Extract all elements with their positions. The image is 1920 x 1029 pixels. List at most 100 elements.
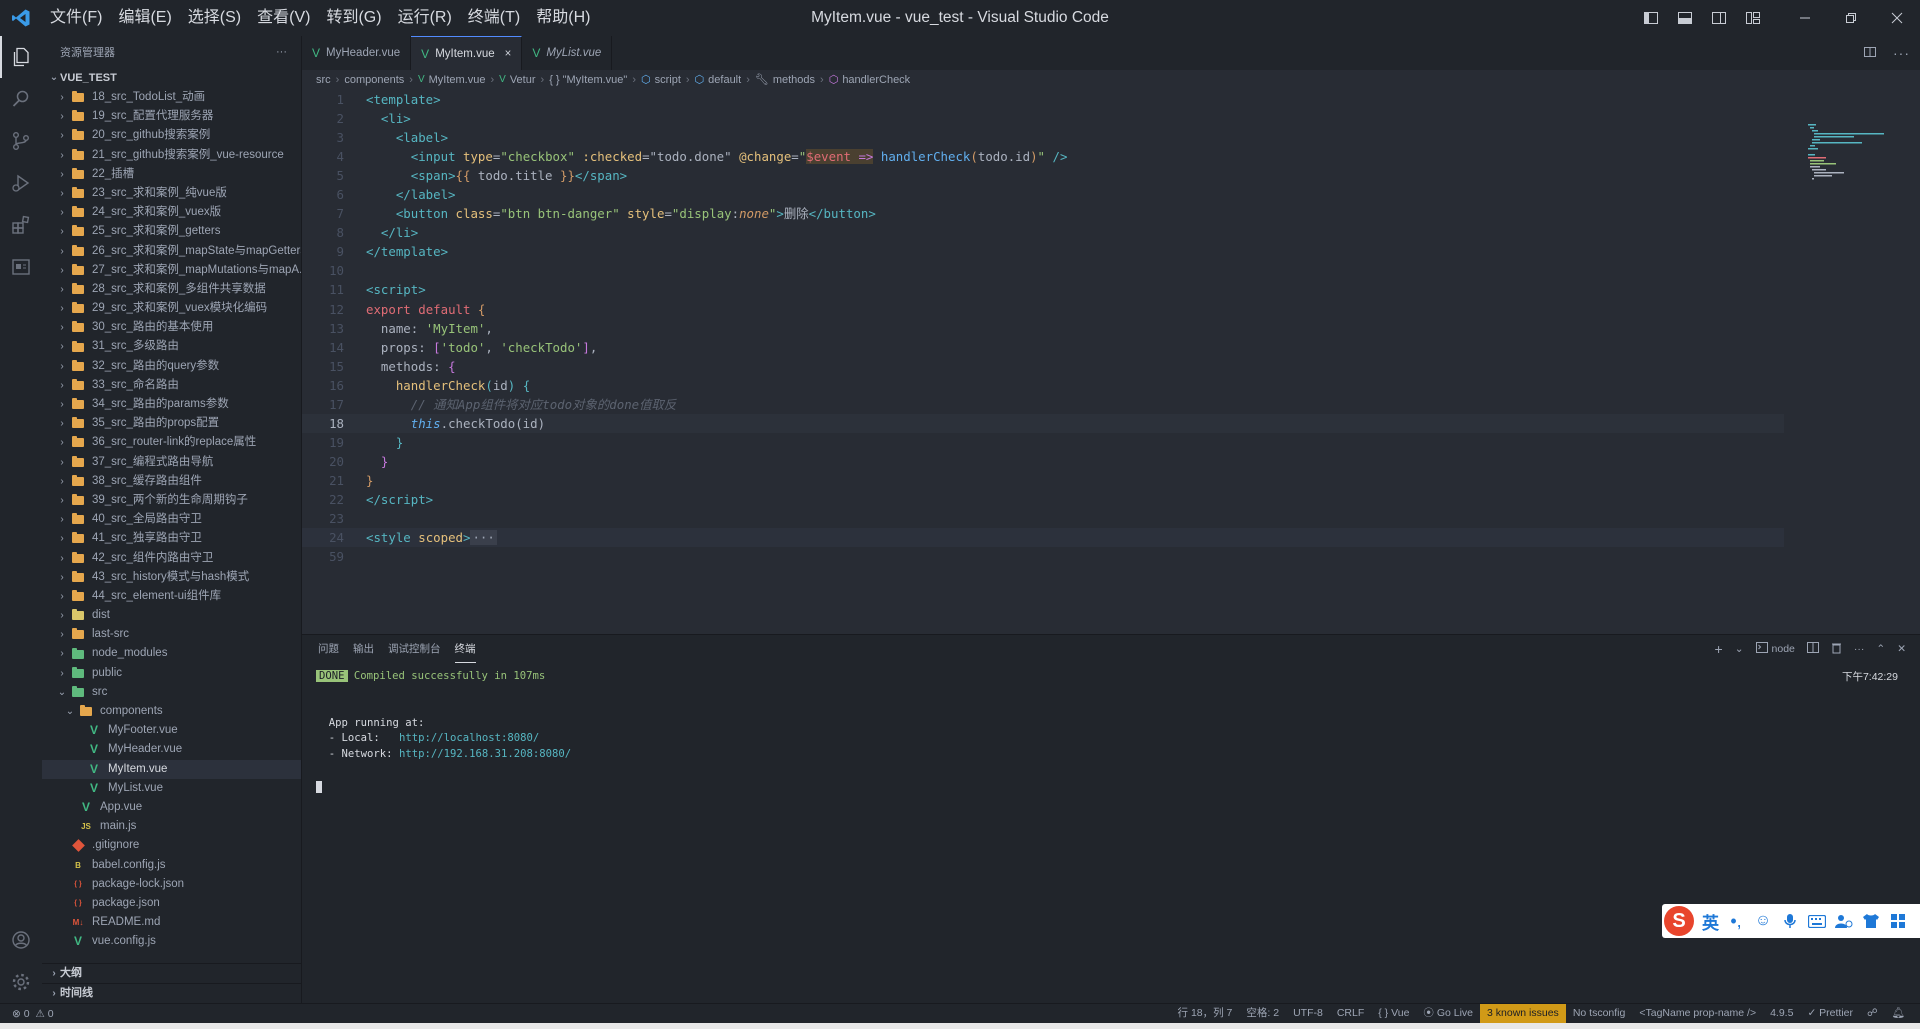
tab-mylist[interactable]: V MyList.vue — [522, 36, 613, 70]
toggle-secondary-sidebar-icon[interactable] — [1702, 0, 1736, 36]
menu-item[interactable]: 转到(G) — [318, 0, 389, 36]
breadcrumb-item[interactable]: › ⬡ script — [627, 70, 681, 90]
prettier-status[interactable]: ✓ Prettier — [1800, 1004, 1860, 1023]
tree-folder[interactable]: › 39_src_两个新的生命周期钩子 — [42, 491, 301, 510]
workspace-root[interactable]: ⌄ VUE_TEST — [42, 68, 301, 88]
tree-folder[interactable]: › 22_插槽 — [42, 165, 301, 184]
tree-folder[interactable]: › 19_src_配置代理服务器 — [42, 107, 301, 126]
tree-folder[interactable]: › 32_src_路由的query参数 — [42, 357, 301, 376]
tree-folder[interactable]: › 30_src_路由的基本使用 — [42, 318, 301, 337]
encoding[interactable]: UTF-8 — [1286, 1004, 1330, 1023]
tab-myheader[interactable]: V MyHeader.vue — [302, 36, 412, 70]
breadcrumb-item[interactable]: src — [316, 70, 331, 90]
close-window-button[interactable] — [1874, 0, 1920, 36]
tree-folder[interactable]: › 44_src_element-ui组件库 — [42, 587, 301, 606]
customize-layout-icon[interactable] — [1736, 0, 1770, 36]
accounts-icon[interactable] — [0, 919, 42, 961]
ime-language-toggle[interactable]: 英 — [1702, 909, 1719, 934]
tree-folder[interactable]: › 21_src_github搜索案例_vue-resource — [42, 146, 301, 165]
tree-folder[interactable]: › 26_src_求和案例_mapState与mapGetters — [42, 242, 301, 261]
tree-folder[interactable]: › 24_src_求和案例_vuex版 — [42, 203, 301, 222]
tree-folder[interactable]: › 27_src_求和案例_mapMutations与mapA... — [42, 261, 301, 280]
tree-file[interactable]: M↓ README.md — [42, 913, 301, 932]
warnings-icon[interactable]: ⚠ — [35, 1008, 44, 1020]
tree-folder[interactable]: › 36_src_router-link的replace属性 — [42, 433, 301, 452]
indentation[interactable]: 空格: 2 — [1239, 1004, 1286, 1023]
maximize-panel-icon[interactable]: ⌃ — [1876, 643, 1885, 655]
tsconfig-status[interactable]: No tsconfig — [1566, 1004, 1633, 1023]
warnings-count[interactable]: 0 — [48, 1008, 54, 1020]
errors-icon[interactable]: ⊗ — [12, 1008, 21, 1020]
tree-file[interactable]: V MyList.vue — [42, 779, 301, 798]
tree-folder[interactable]: › 37_src_编程式路由导航 — [42, 453, 301, 472]
menu-item[interactable]: 编辑(E) — [110, 0, 179, 36]
tree-file[interactable]: V MyHeader.vue — [42, 740, 301, 759]
tree-folder[interactable]: › 29_src_求和案例_vuex模块化编码 — [42, 299, 301, 318]
tree-folder[interactable]: › 34_src_路由的params参数 — [42, 395, 301, 414]
minimize-button[interactable] — [1782, 0, 1828, 36]
version-status[interactable]: 4.9.5 — [1763, 1004, 1800, 1023]
notifications-icon[interactable]: 🔔︎ — [1885, 1004, 1912, 1023]
tree-folder[interactable]: › 43_src_history模式与hash模式 — [42, 568, 301, 587]
feedback-icon[interactable]: ☍ — [1860, 1004, 1885, 1023]
breadcrumb-item[interactable]: › ⬡ default — [681, 70, 741, 90]
ime-logo[interactable]: S — [1664, 906, 1694, 936]
source-control-icon[interactable] — [0, 120, 42, 162]
explorer-more-button[interactable]: ··· — [276, 46, 287, 58]
close-tab-icon[interactable]: × — [505, 48, 512, 60]
breadcrumb-item[interactable]: › components — [331, 70, 405, 90]
tree-folder[interactable]: › 18_src_TodoList_动画 — [42, 88, 301, 107]
remote-explorer-icon[interactable] — [0, 246, 42, 288]
tree-file[interactable]: Vvue.config.js — [42, 932, 301, 951]
more-actions-icon[interactable]: ··· — [1893, 45, 1910, 61]
search-icon[interactable] — [0, 78, 42, 120]
tree-folder[interactable]: › 20_src_github搜索案例 — [42, 126, 301, 145]
toggle-panel-icon[interactable] — [1668, 0, 1702, 36]
go-live-button[interactable]: ⦿ Go Live — [1416, 1004, 1480, 1023]
tree-file[interactable]: Bbabel.config.js — [42, 856, 301, 875]
ime-skin-icon[interactable] — [1861, 912, 1881, 930]
cursor-position[interactable]: 行 18，列 7 — [1171, 1004, 1240, 1023]
errors-count[interactable]: 0 — [24, 1008, 30, 1020]
tree-file[interactable]: V App.vue — [42, 798, 301, 817]
tree-file[interactable]: V MyItem.vue — [42, 759, 301, 779]
extensions-icon[interactable] — [0, 204, 42, 246]
timeline-section[interactable]: › 时间线 — [42, 983, 301, 1003]
breadcrumb-item[interactable]: › ⬡ handlerCheck — [815, 70, 910, 90]
close-panel-icon[interactable]: ✕ — [1897, 643, 1906, 655]
new-terminal-icon[interactable]: + — [1715, 641, 1723, 657]
terminal-output[interactable]: DONE Compiled successfully in 107ms App … — [316, 669, 1920, 795]
tree-folder[interactable]: › 33_src_命名路由 — [42, 376, 301, 395]
run-debug-icon[interactable] — [0, 162, 42, 204]
local-url-link[interactable]: http://localhost:8080/ — [399, 732, 539, 744]
tree-file[interactable]: .gitignore — [42, 836, 301, 855]
tab-terminal[interactable]: 终端 — [454, 635, 476, 663]
toggle-primary-sidebar-icon[interactable] — [1634, 0, 1668, 36]
menu-item[interactable]: 终端(T) — [460, 0, 528, 36]
split-editor-icon[interactable] — [1863, 45, 1877, 62]
tag-name-case[interactable]: <TagName prop-name /> — [1632, 1004, 1763, 1023]
restore-button[interactable] — [1828, 0, 1874, 36]
ime-keyboard-icon[interactable] — [1807, 912, 1827, 930]
ime-voice-icon[interactable] — [1780, 912, 1800, 930]
tree-folder[interactable]: › 28_src_求和案例_多组件共享数据 — [42, 280, 301, 299]
tree-folder[interactable]: ⌄ components — [42, 702, 301, 721]
tree-folder[interactable]: › public — [42, 664, 301, 683]
menu-item[interactable]: 文件(F) — [42, 0, 110, 36]
ime-toolbox-icon[interactable] — [1888, 912, 1908, 930]
terminal-name[interactable]: node — [1772, 643, 1795, 655]
tab-debug-console[interactable]: 调试控制台 — [388, 635, 441, 663]
tree-file[interactable]: { } package-lock.json — [42, 875, 301, 894]
tree-folder[interactable]: › dist — [42, 606, 301, 625]
tree-file[interactable]: { } package.json — [42, 894, 301, 913]
tree-folder[interactable]: › 38_src_缓存路由组件 — [42, 472, 301, 491]
tree-folder[interactable]: › 40_src_全局路由守卫 — [42, 510, 301, 529]
tree-folder[interactable]: › 41_src_独享路由守卫 — [42, 529, 301, 548]
ime-user-icon[interactable] — [1834, 912, 1854, 930]
ime-punctuation-icon[interactable]: •, — [1726, 911, 1746, 931]
tree-file[interactable]: V MyFooter.vue — [42, 721, 301, 740]
tree-folder[interactable]: › 25_src_求和案例_getters — [42, 222, 301, 241]
minimap[interactable] — [1808, 124, 1908, 184]
breadcrumb-item[interactable]: › V Vetur — [485, 70, 535, 90]
menu-item[interactable]: 运行(R) — [390, 0, 460, 36]
